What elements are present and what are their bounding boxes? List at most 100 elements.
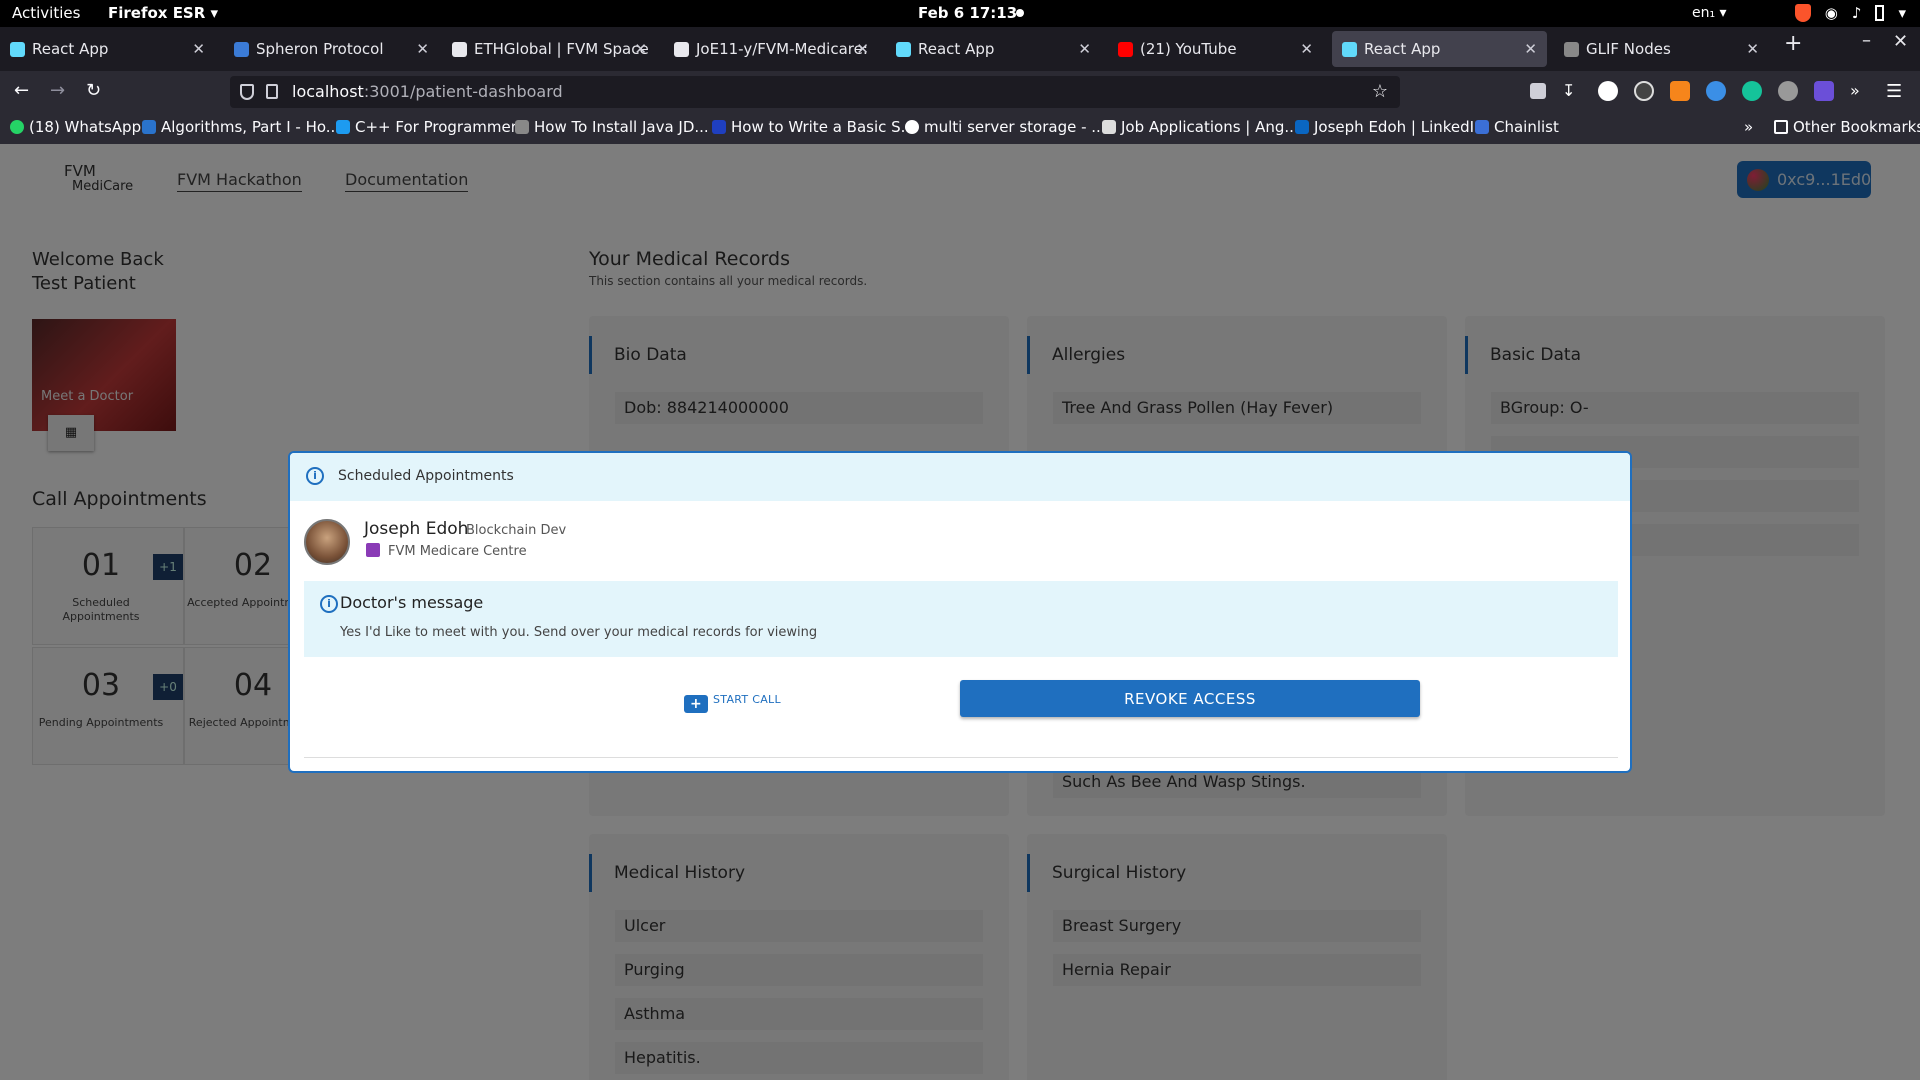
clock[interactable]: Feb 6 17:13	[918, 4, 1017, 22]
grammarly-icon[interactable]	[1742, 81, 1762, 101]
tab-react-app-active[interactable]: React App ✕	[1332, 31, 1547, 67]
hamburger-menu-icon[interactable]: ☰	[1886, 81, 1906, 102]
close-icon[interactable]: ✕	[634, 31, 647, 67]
b-extension-icon[interactable]	[1598, 81, 1618, 101]
tab-label: React App	[1364, 40, 1441, 58]
chevron-down-icon: ▾	[210, 4, 219, 22]
ext-icon-7[interactable]	[1814, 81, 1834, 101]
page-icon	[515, 120, 529, 134]
app-menu-label: Firefox ESR	[108, 4, 206, 22]
doctor-message-box: i	[304, 581, 1618, 657]
tab-label: React App	[32, 40, 109, 58]
new-tab-button[interactable]: +	[1784, 31, 1802, 56]
tab-label: GLIF Nodes	[1586, 40, 1671, 58]
close-icon[interactable]: ✕	[192, 31, 205, 67]
whatsapp-icon	[10, 120, 24, 134]
glif-favicon-icon	[1564, 42, 1579, 57]
pocket-icon[interactable]	[1530, 83, 1546, 99]
bookmark-star-icon[interactable]: ☆	[1372, 76, 1388, 108]
ext-icon-6[interactable]	[1778, 81, 1798, 101]
metamask-fox-icon[interactable]	[1670, 81, 1690, 101]
window-close-button[interactable]: ✕	[1893, 31, 1908, 52]
bookmark-label: How to Write a Basic S...	[731, 118, 915, 136]
hospital-name: FVM Medicare Centre	[388, 544, 527, 559]
react-favicon-icon	[10, 42, 25, 57]
url-path: :3001/patient-dashboard	[363, 82, 563, 101]
bookmarks-overflow-icon[interactable]: »	[1744, 118, 1753, 136]
keyboard-layout-indicator[interactable]: en₁ ▾	[1692, 5, 1727, 21]
tab-strip: React App ✕ Spheron Protocol ✕ ETHGlobal |…	[0, 27, 1920, 71]
ext-icon-2[interactable]	[1634, 81, 1654, 101]
navigation-toolbar: ← → ↻ localhost:3001/patient-dashboard ☆…	[0, 71, 1920, 114]
back-icon[interactable]: ←	[14, 80, 29, 101]
bookmark-cpp[interactable]: C++ For Programmers	[336, 118, 525, 136]
bookmark-label: multi server storage - ...	[924, 118, 1106, 136]
system-tray[interactable]: ◉ ♪ ▾	[1794, 4, 1906, 22]
close-icon[interactable]: ✕	[1524, 31, 1537, 67]
bookmark-chainlist[interactable]: Chainlist	[1475, 118, 1559, 136]
bookmark-google[interactable]: multi server storage - ...	[905, 118, 1106, 136]
doctor-role: Blockchain Dev	[466, 523, 567, 538]
tracking-shield-icon[interactable]	[240, 84, 254, 100]
minimize-button[interactable]: –	[1862, 30, 1871, 51]
bookmark-label: C++ For Programmers	[355, 118, 525, 136]
forward-icon[interactable]: →	[50, 80, 65, 101]
scheduled-appointments-modal: i Scheduled Appointments Joseph Edoh Blo…	[288, 451, 1632, 773]
google-icon	[905, 120, 919, 134]
message-title: Doctor's message	[340, 593, 484, 612]
bookmark-java[interactable]: How To Install Java JD...	[515, 118, 709, 136]
other-bookmarks[interactable]: Other Bookmarks	[1774, 118, 1920, 136]
bookmark-basic[interactable]: How to Write a Basic S...	[712, 118, 915, 136]
brave-lion-icon[interactable]	[1794, 4, 1811, 22]
start-call-button[interactable]: + START CALL	[684, 693, 781, 713]
coursera-icon	[142, 120, 156, 134]
revoke-access-button[interactable]: REVOKE ACCESS	[960, 680, 1420, 717]
bookmark-linkedin[interactable]: Joseph Edoh | LinkedIn	[1295, 118, 1484, 136]
close-icon[interactable]: ✕	[416, 31, 429, 67]
bookmark-whatsapp[interactable]: (18) WhatsApp	[10, 118, 141, 136]
chevron-down-icon: ▾	[1898, 4, 1906, 22]
tab-react-app-1[interactable]: React App ✕	[0, 31, 215, 67]
tab-youtube[interactable]: (21) YouTube ✕	[1108, 31, 1323, 67]
close-icon[interactable]: ✕	[1746, 31, 1759, 67]
tab-label: (21) YouTube	[1140, 40, 1237, 58]
chainlist-icon	[1475, 120, 1489, 134]
keyboard-layout-label: en₁	[1692, 5, 1716, 21]
app-menu[interactable]: Firefox ESR ▾	[108, 4, 218, 22]
folder-icon	[1774, 120, 1788, 134]
info-icon: i	[306, 467, 324, 485]
modal-header: i Scheduled Appointments	[290, 453, 1630, 501]
bookmark-algorithms[interactable]: Algorithms, Part I - Ho...	[142, 118, 340, 136]
system-top-bar: Activities Firefox ESR ▾ Feb 6 17:13 en₁…	[0, 0, 1920, 27]
close-icon[interactable]: ✕	[1300, 31, 1313, 67]
download-icon[interactable]: ↧	[1562, 81, 1582, 101]
tab-label: JoE11-y/FVM-Medicare:	[696, 40, 868, 58]
url-bar[interactable]: localhost:3001/patient-dashboard ☆	[230, 76, 1400, 108]
tab-label: Spheron Protocol	[256, 40, 384, 58]
tab-label: React App	[918, 40, 995, 58]
tab-glif-nodes[interactable]: GLIF Nodes ✕	[1554, 31, 1769, 67]
tab-react-app-2[interactable]: React App ✕	[886, 31, 1101, 67]
modal-divider	[304, 757, 1618, 758]
recording-indicator-icon	[1016, 9, 1024, 17]
close-icon[interactable]: ✕	[1078, 31, 1091, 67]
bookmarks-toolbar: (18) WhatsApp Algorithms, Part I - Ho...…	[0, 114, 1920, 144]
ext-icon-4[interactable]	[1706, 81, 1726, 101]
overflow-chevron-icon[interactable]: »	[1850, 81, 1870, 101]
tab-ethglobal[interactable]: ETHGlobal | FVM Space ✕	[442, 31, 657, 67]
activities-button[interactable]: Activities	[12, 4, 80, 22]
bookmark-jobs[interactable]: Job Applications | Ang...	[1102, 118, 1299, 136]
extensions-toolbar: ↧ » ☰	[1530, 81, 1906, 102]
url-host: localhost	[292, 82, 364, 101]
tab-spheron[interactable]: Spheron Protocol ✕	[224, 31, 439, 67]
page-info-icon[interactable]	[266, 84, 278, 99]
tab-github[interactable]: JoE11-y/FVM-Medicare: ✕	[664, 31, 879, 67]
reload-icon[interactable]: ↻	[86, 80, 101, 101]
doctor-avatar	[304, 519, 350, 565]
bookmark-label: Chainlist	[1494, 118, 1559, 136]
linkedin-icon	[1295, 120, 1309, 134]
volume-muted-icon: ♪	[1851, 4, 1862, 22]
angel-icon	[1102, 120, 1116, 134]
react-favicon-icon	[1342, 42, 1357, 57]
close-icon[interactable]: ✕	[856, 31, 869, 67]
